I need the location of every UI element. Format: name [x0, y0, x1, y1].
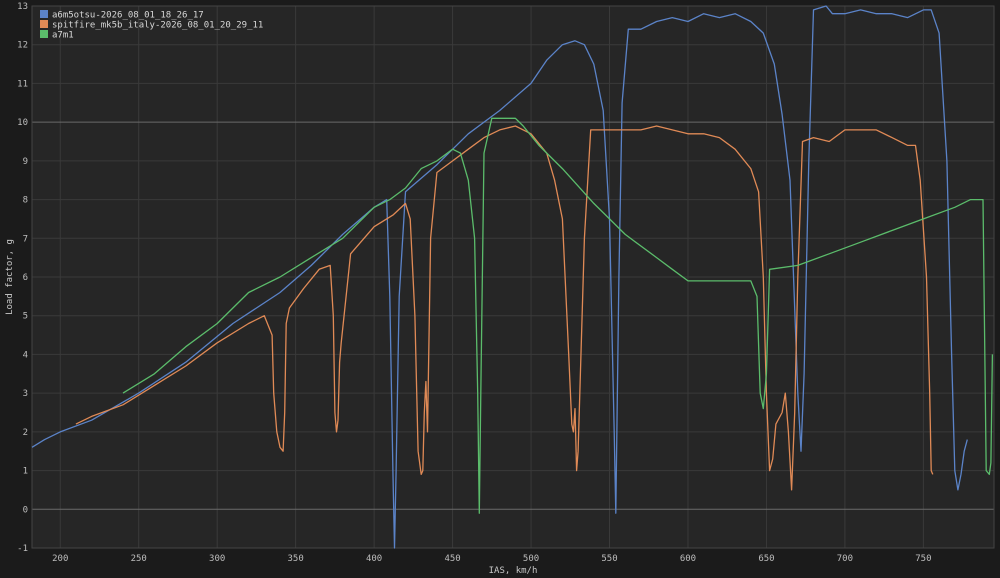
x-tick-label: 350 — [288, 554, 304, 564]
y-tick-label: 13 — [17, 2, 28, 12]
legend-swatch — [40, 20, 48, 28]
y-axis-label: Load factor, g — [5, 239, 15, 315]
y-tick-label: 7 — [23, 234, 28, 244]
legend-entry: spitfire_mk5b_italy-2026_08_01_20_29_11 — [52, 21, 263, 31]
x-tick-label: 600 — [680, 554, 696, 564]
x-tick-label: 700 — [837, 554, 853, 564]
load-factor-chart: 200 250 300 350 400 450 500 550 600 650 700 750 -1 0 1… — [0, 0, 1000, 578]
y-tick-label: 10 — [17, 118, 28, 128]
y-tick-label: -1 — [17, 544, 28, 554]
legend-swatch — [40, 10, 48, 18]
x-tick-label: 750 — [915, 554, 931, 564]
x-tick-label: 650 — [758, 554, 774, 564]
x-tick-label: 400 — [366, 554, 382, 564]
y-tick-label: 5 — [23, 312, 28, 322]
x-tick-label: 300 — [209, 554, 225, 564]
y-tick-label: 9 — [23, 157, 28, 167]
y-tick-label: 4 — [23, 350, 28, 360]
y-tick-label: 11 — [17, 79, 28, 89]
x-tick-label: 550 — [601, 554, 617, 564]
y-tick-label: 12 — [17, 41, 28, 51]
legend-entry: a7m1 — [52, 31, 74, 41]
y-tick-label: 6 — [23, 273, 28, 283]
chart-container: 200 250 300 350 400 450 500 550 600 650 700 750 -1 0 1… — [0, 0, 1000, 578]
x-axis-label: IAS, km/h — [489, 566, 538, 576]
y-tick-label: 2 — [23, 428, 28, 438]
y-tick-label: 3 — [23, 389, 28, 399]
x-tick-label: 200 — [52, 554, 68, 564]
x-tick-label: 450 — [444, 554, 460, 564]
x-tick-label: 250 — [131, 554, 147, 564]
y-tick-label: 8 — [23, 196, 28, 206]
x-tick-label: 500 — [523, 554, 539, 564]
legend-entry: a6m5otsu-2026_08_01_18_26_17 — [52, 11, 204, 21]
y-tick-label: 0 — [23, 505, 28, 515]
y-tick-label: 1 — [23, 467, 28, 477]
legend-swatch — [40, 30, 48, 38]
